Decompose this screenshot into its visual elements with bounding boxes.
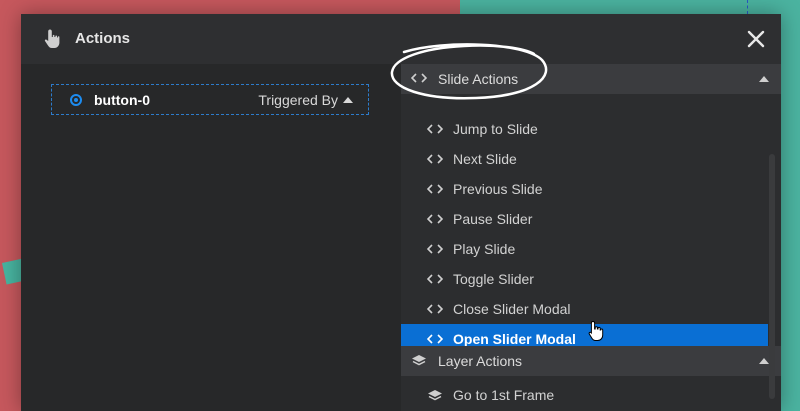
section-title: Layer Actions <box>438 353 523 369</box>
action-item[interactable]: Close Slider Modal <box>401 294 768 324</box>
action-item[interactable]: Play Slide <box>401 234 768 264</box>
hand-cursor-icon <box>588 320 604 341</box>
scrollbar[interactable] <box>769 154 775 399</box>
action-item-label: Open Slider Modal <box>453 331 576 347</box>
action-item-label: Previous Slide <box>453 181 543 197</box>
code-brackets-icon <box>427 214 443 224</box>
action-item-label: Next Slide <box>453 151 517 167</box>
trigger-row-button-0[interactable]: button-0 Triggered By <box>51 84 369 115</box>
code-brackets-icon <box>427 244 443 254</box>
action-list-panel: Slide Actions Jump to Slide Next Slide Pre… <box>401 64 781 411</box>
action-item-label: Close Slider Modal <box>453 301 571 317</box>
trigger-radio[interactable] <box>70 94 82 106</box>
action-item-label: Jump to Slide <box>453 121 538 137</box>
layers-icon <box>428 390 442 401</box>
action-item[interactable]: Next Slide <box>401 144 768 174</box>
code-brackets-icon <box>427 184 443 194</box>
action-item[interactable]: Pause Slider <box>401 204 768 234</box>
action-item-label: Toggle Slider <box>453 271 534 287</box>
close-icon[interactable] <box>743 26 769 52</box>
code-brackets-icon <box>427 154 443 164</box>
triggered-by-dropdown[interactable]: Triggered By <box>258 92 338 108</box>
background-guide-line <box>747 0 748 14</box>
action-item-label: Go to 1st Frame <box>453 387 555 403</box>
hand-pointer-icon <box>44 29 60 48</box>
action-item[interactable]: Previous Slide <box>401 174 768 204</box>
code-brackets-icon <box>427 274 443 284</box>
caret-up-icon <box>759 358 769 364</box>
code-brackets-icon <box>427 334 443 344</box>
caret-up-icon <box>759 76 769 82</box>
annotation-circle <box>390 43 548 100</box>
action-item[interactable]: Toggle Slider <box>401 264 768 294</box>
action-item-label: Pause Slider <box>453 211 533 227</box>
section-header-layer-actions[interactable]: Layer Actions <box>401 346 781 376</box>
code-brackets-icon <box>427 304 443 314</box>
modal-title: Actions <box>75 30 131 47</box>
code-brackets-icon <box>427 124 443 134</box>
action-item-label: Play Slide <box>453 241 516 257</box>
trigger-button-label: button-0 <box>94 92 150 108</box>
caret-up-icon <box>343 97 353 103</box>
layers-icon <box>412 355 426 366</box>
action-item[interactable]: Go to 1st Frame <box>401 380 768 410</box>
action-item[interactable]: Jump to Slide <box>401 114 768 144</box>
